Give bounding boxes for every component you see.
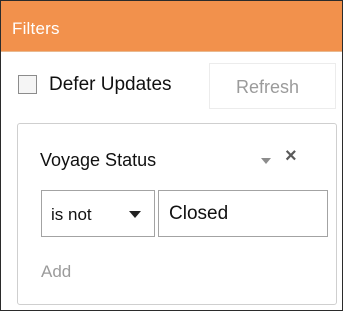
close-icon[interactable]: × [285,146,297,166]
refresh-button[interactable]: Refresh [209,63,336,109]
operator-select[interactable]: is not [41,190,155,237]
filter-card: Voyage Status × is not Closed Add [17,123,337,305]
filters-header: Filters [1,1,342,52]
filters-panel: Filters Defer Updates Refresh Voyage Sta… [0,0,343,311]
defer-updates-checkbox[interactable] [18,75,37,94]
add-filter-link[interactable]: Add [41,262,71,282]
filter-field-label: Voyage Status [40,150,157,170]
defer-updates-label[interactable]: Defer Updates [49,74,172,96]
value-text: Closed [169,203,229,224]
panel-title: Filters [12,19,60,38]
refresh-button-label: Refresh [236,77,300,97]
chevron-down-icon [129,211,141,218]
value-input[interactable]: Closed [158,190,328,237]
chevron-down-icon[interactable] [261,158,271,164]
operator-value: is not [51,205,92,224]
